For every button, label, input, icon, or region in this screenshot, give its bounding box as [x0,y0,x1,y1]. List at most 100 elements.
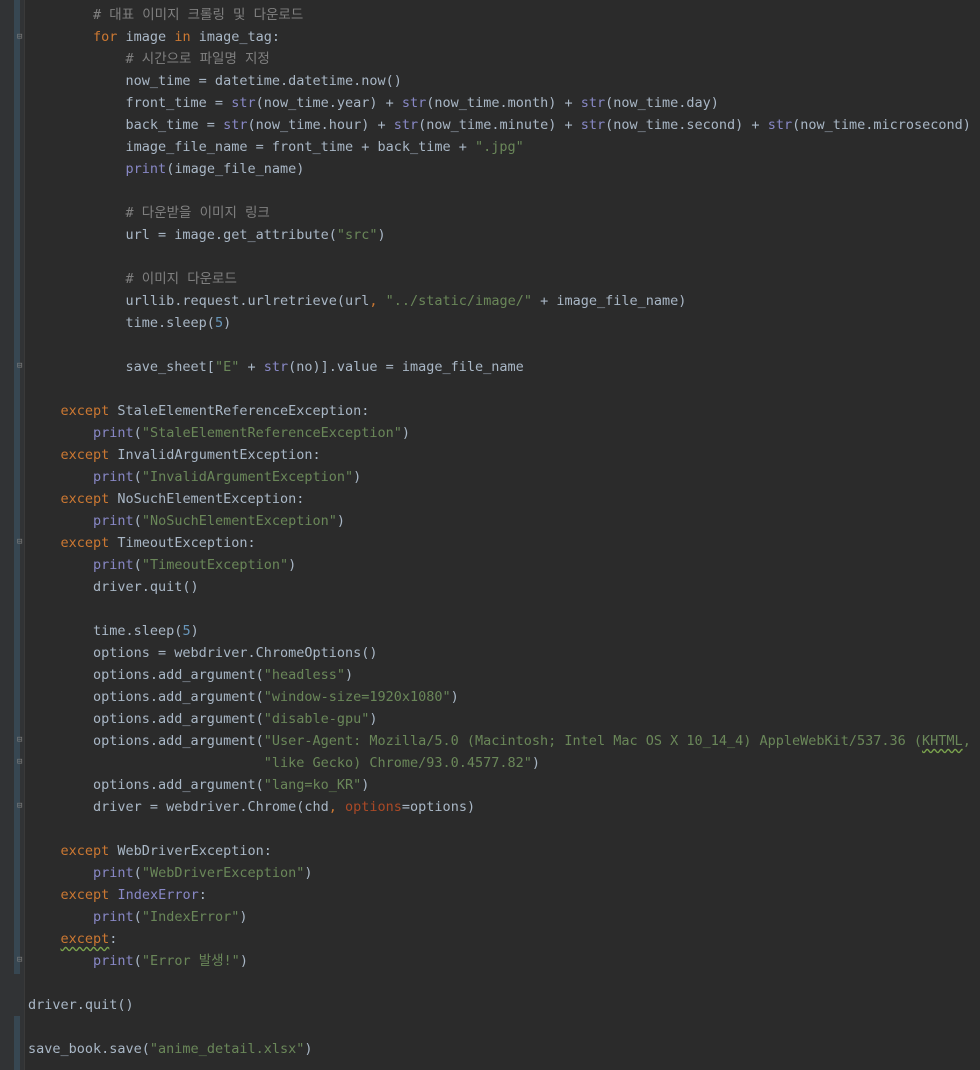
code-line[interactable] [28,246,980,268]
code-token: "IndexError" [141,909,240,925]
code-line[interactable] [28,180,980,202]
code-token: options.add_argument( [28,667,264,683]
code-line[interactable]: "like Gecko) Chrome/93.0.4577.82") [28,752,980,774]
code-line[interactable]: print("NoSuchElementException") [28,510,980,532]
code-line[interactable]: image_file_name = front_time + back_time… [28,136,980,158]
code-token: except [60,887,110,903]
code-line[interactable]: print("Error 발생!") [28,950,980,972]
code-line[interactable]: save_sheet["E" + str(no)].value = image_… [28,356,980,378]
code-token: print [93,909,134,925]
code-token: except [60,843,110,859]
code-token: options.add_argument( [28,733,264,749]
code-line[interactable]: except IndexError: [28,884,980,906]
code-token: + [239,359,264,375]
code-line[interactable]: options.add_argument("window-size=1920x1… [28,686,980,708]
code-token: TimeoutException: [109,535,256,551]
code-token: ) [344,667,354,683]
code-token: "lang=ko_KR" [263,777,362,793]
code-token: , [369,293,378,309]
code-line[interactable] [28,334,980,356]
code-line[interactable]: print("TimeoutException") [28,554,980,576]
code-token: (now_time.microsecond) [792,117,971,133]
code-token: in [174,29,191,45]
code-token: print [93,425,134,441]
code-line[interactable]: driver.quit() [28,994,980,1016]
code-line[interactable]: now_time = datetime.datetime.now() [28,70,980,92]
fold-end-icon[interactable]: ⊟ [17,758,26,767]
fold-icon[interactable]: ⊟ [17,538,26,547]
code-line[interactable]: options.add_argument("lang=ko_KR") [28,774,980,796]
vcs-change-marker[interactable] [14,0,20,974]
code-line[interactable]: options.add_argument("headless") [28,664,980,686]
code-line[interactable]: for image in image_tag: [28,26,980,48]
code-token: (now_time.month) + [426,95,581,111]
code-token: ) [288,557,297,573]
code-line[interactable]: except StaleElementReferenceException: [28,400,980,422]
code-token: , " [962,733,980,749]
code-line[interactable]: print("IndexError") [28,906,980,928]
code-token: ( [133,469,142,485]
fold-end-icon[interactable]: ⊟ [17,802,26,811]
code-token: options.add_argument( [28,689,264,705]
code-line[interactable]: urllib.request.urlretrieve(url, "../stat… [28,290,980,312]
code-line[interactable]: print(image_file_name) [28,158,980,180]
fold-end-icon[interactable]: ⊟ [17,362,26,371]
code-line[interactable]: driver = webdriver.Chrome(chd, options=o… [28,796,980,818]
vcs-change-marker[interactable] [14,1016,20,1070]
fold-end-icon[interactable]: ⊟ [17,956,26,965]
fold-icon[interactable]: ⊟ [17,33,26,42]
code-line[interactable]: # 시간으로 파일명 지정 [28,48,980,70]
code-line[interactable]: save_book.save("anime_detail.xlsx") [28,1038,980,1060]
code-line[interactable]: # 대표 이미지 크롤링 및 다운로드 [28,4,980,26]
code-line[interactable]: except TimeoutException: [28,532,980,554]
code-line[interactable]: front_time = str(now_time.year) + str(no… [28,92,980,114]
code-token: back_time = [28,117,224,133]
code-token: ) [223,315,232,331]
code-line[interactable]: options.add_argument("User-Agent: Mozill… [28,730,980,752]
code-line[interactable]: time.sleep(5) [28,620,980,642]
code-line[interactable] [28,818,980,840]
code-token: image_file_name = front_time + back_time… [28,139,476,155]
code-token: ".jpg" [475,139,524,155]
code-token: url = image.get_attribute( [28,227,337,243]
code-line[interactable]: driver.quit() [28,576,980,598]
code-line[interactable]: except WebDriverException: [28,840,980,862]
code-line[interactable]: print("InvalidArgumentException") [28,466,980,488]
code-editor[interactable]: # 대표 이미지 크롤링 및 다운로드 for image in image_t… [28,4,980,1060]
code-line[interactable]: url = image.get_attribute("src") [28,224,980,246]
code-line[interactable]: options.add_argument("disable-gpu") [28,708,980,730]
code-line[interactable]: print("WebDriverException") [28,862,980,884]
code-token: 5 [182,623,191,639]
code-token: "disable-gpu" [263,711,370,727]
code-token: (no)].value = image_file_name [288,359,524,375]
code-token: InvalidArgumentException: [109,447,321,463]
code-line[interactable]: except: [28,928,980,950]
fold-icon[interactable]: ⊟ [17,736,26,745]
code-line[interactable]: except NoSuchElementException: [28,488,980,510]
code-line[interactable]: print("StaleElementReferenceException") [28,422,980,444]
code-token: ) [401,425,411,441]
code-line[interactable]: except InvalidArgumentException: [28,444,980,466]
code-line[interactable] [28,378,980,400]
code-token: ) [450,689,459,705]
code-line[interactable] [28,1016,980,1038]
code-line[interactable]: # 다운받을 이미지 링크 [28,202,980,224]
code-line[interactable] [28,598,980,620]
code-token: str [223,117,248,133]
code-token: print [93,865,134,881]
code-token: str [393,117,419,133]
code-line[interactable]: # 이미지 다운로드 [28,268,980,290]
code-line[interactable] [28,972,980,994]
code-token: (now_time.second) + [605,117,768,133]
code-line[interactable]: options = webdriver.ChromeOptions() [28,642,980,664]
code-line[interactable]: time.sleep(5) [28,312,980,334]
code-line[interactable]: back_time = str(now_time.hour) + str(now… [28,114,980,136]
